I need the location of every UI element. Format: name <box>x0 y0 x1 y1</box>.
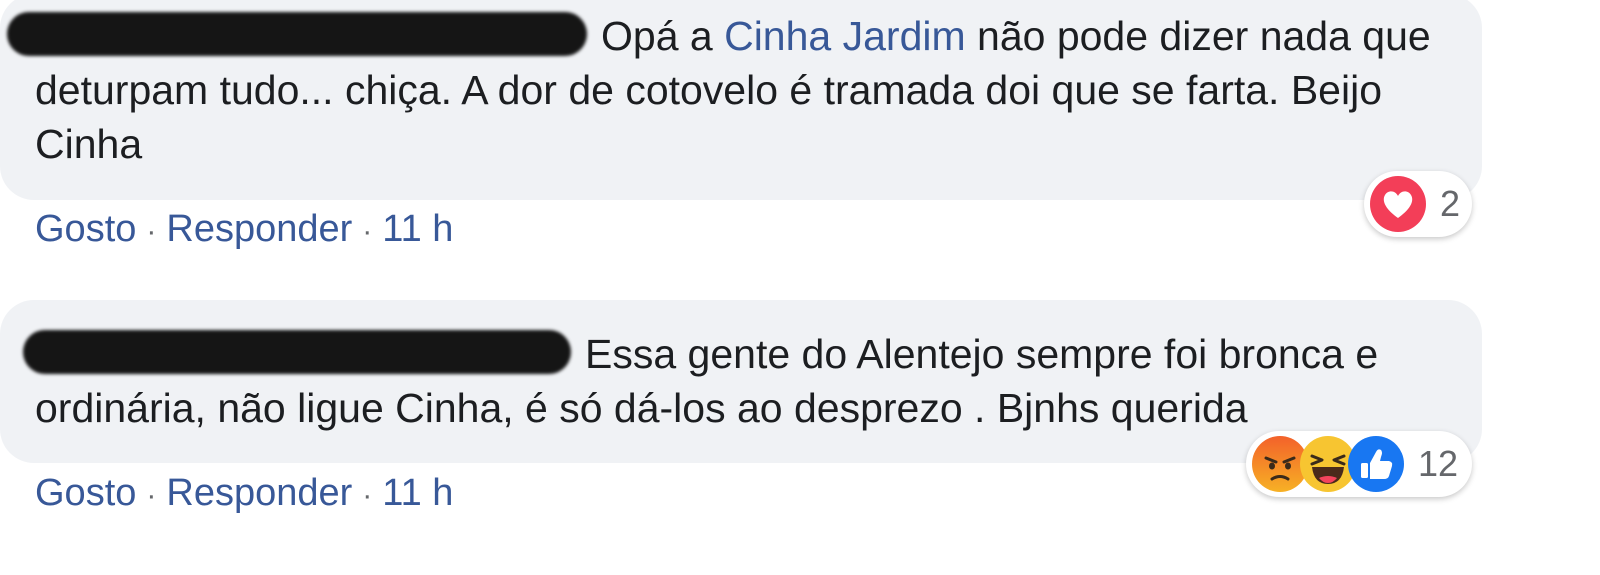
like-button[interactable]: Gosto <box>35 208 136 250</box>
comment-bubble: Opá a Cinha Jardim não pode dizer nada q… <box>0 0 1482 200</box>
author-name-redacted[interactable] <box>23 330 571 374</box>
mention-link[interactable]: Cinha Jardim <box>724 13 966 59</box>
like-icon <box>1348 436 1404 492</box>
separator: · <box>362 479 373 512</box>
reaction-count: 12 <box>1418 443 1459 484</box>
reactions-summary[interactable]: 2 <box>1364 171 1472 237</box>
comment-text: Opá a <box>601 13 725 59</box>
separator: · <box>146 215 157 248</box>
comment-actions: Gosto · Responder · 11 h <box>35 472 453 515</box>
author-name-redacted[interactable] <box>7 12 587 56</box>
like-button[interactable]: Gosto <box>35 472 136 514</box>
timestamp[interactable]: 11 h <box>382 472 453 514</box>
love-icon <box>1370 176 1426 232</box>
reply-button[interactable]: Responder <box>166 208 352 250</box>
reply-button[interactable]: Responder <box>166 472 352 514</box>
separator: · <box>362 215 373 248</box>
comment-actions: Gosto · Responder · 11 h <box>35 208 453 251</box>
separator: · <box>146 479 157 512</box>
reaction-count: 2 <box>1440 183 1461 224</box>
reactions-summary[interactable]: 12 <box>1246 431 1472 497</box>
timestamp[interactable]: 11 h <box>382 208 453 250</box>
